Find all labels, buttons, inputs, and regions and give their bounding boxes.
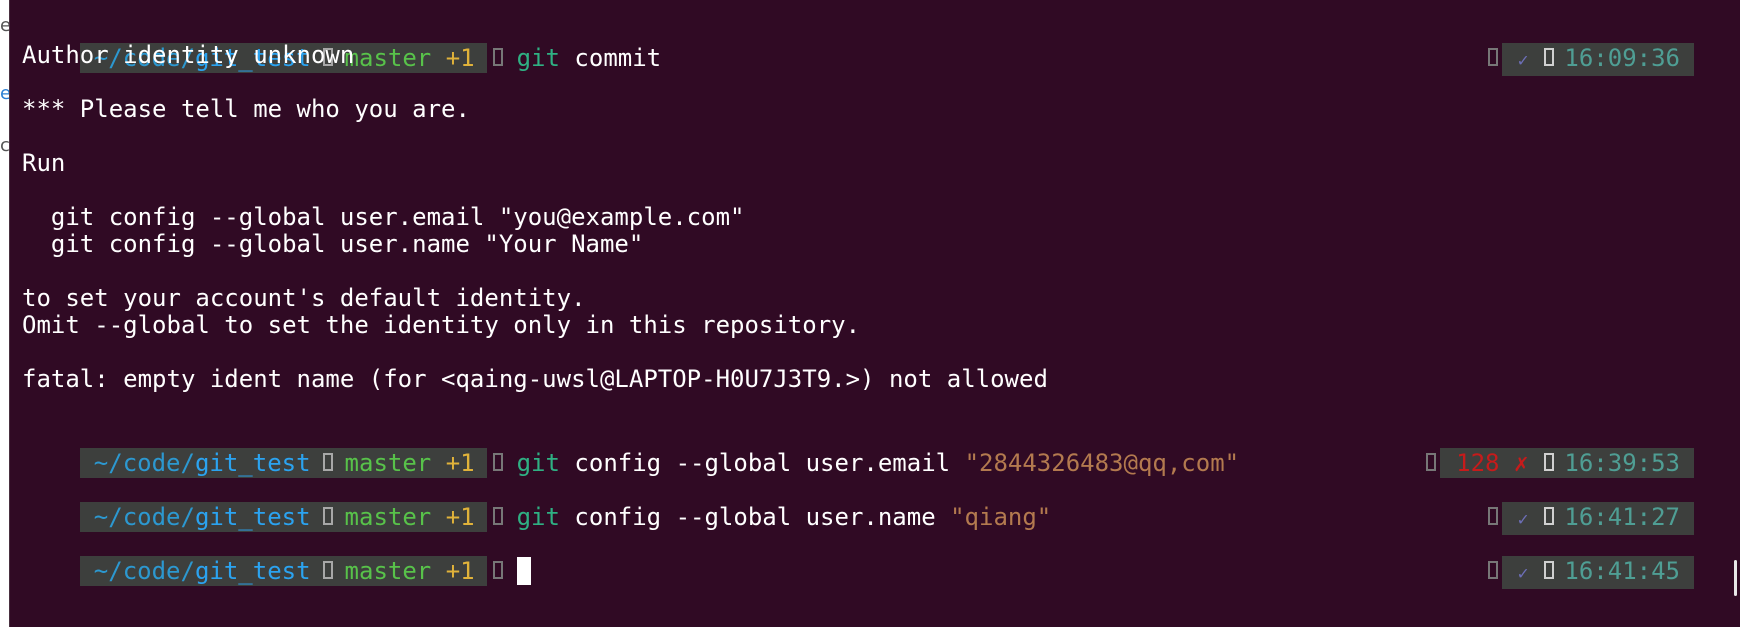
branch-icon (322, 561, 333, 579)
text-cursor[interactable] (516, 557, 531, 585)
status-box: ✓ 16:41:45 (1501, 556, 1694, 589)
powerline-separator-icon (492, 453, 503, 471)
powerline-separator-icon (1487, 507, 1498, 525)
prompt-path-dir: git_test (194, 557, 311, 585)
output-line: git config --global user.email "you@exam… (22, 203, 745, 231)
clock-icon (1544, 561, 1555, 579)
powerline-separator-icon (492, 507, 503, 525)
output-line: *** Please tell me who you are. (22, 95, 470, 123)
powerline-separator-icon (1487, 48, 1498, 66)
clock-icon (1544, 453, 1555, 471)
powerline-separator-icon (1426, 453, 1437, 471)
branch-icon (322, 507, 333, 525)
prompt-right-status: 128 ✗ 16:39:53 (1368, 418, 1694, 478)
command-string: "qiang" (950, 503, 1052, 531)
prompt-time: 16:09:36 (1564, 44, 1680, 72)
clock-icon (1544, 507, 1555, 525)
terminal-window[interactable]: ~/code/git_test master +1 git commit ✓ 16:0… (9, 0, 1740, 627)
status-box: ✓ 16:09:36 (1501, 43, 1694, 76)
prompt-segment: ~/code/git_test master +1 (79, 556, 487, 586)
output-line: Author identity unknown (22, 41, 355, 69)
output-line: Omit --global to set the identity only i… (22, 311, 861, 339)
prompt-branch: master (344, 44, 432, 72)
prompt-dirty-count: +1 (445, 44, 475, 72)
prompt-line: ~/code/git_test master +1 git commit (22, 13, 661, 73)
prompt-right-status: ✓ 16:41:45 (1430, 526, 1694, 589)
clock-icon (1544, 48, 1555, 66)
command-git: git (516, 44, 560, 72)
success-check-icon: ✓ (1517, 50, 1529, 71)
prompt-line: ~/code/git_test master +1 git config --glo… (22, 472, 1051, 532)
prompt-right-status: ✓ 16:41:27 (1430, 472, 1694, 535)
success-check-icon: ✓ (1517, 563, 1529, 584)
branch-icon (322, 453, 333, 471)
prompt-time: 16:41:45 (1564, 557, 1680, 585)
command-args: config --global user.name (574, 503, 951, 531)
powerline-separator-icon (492, 48, 503, 66)
desktop-background: e e c (0, 0, 11, 627)
scrollbar-thumb[interactable] (1734, 560, 1737, 596)
output-line: to set your account's default identity. (22, 284, 586, 312)
prompt-right-status: ✓ 16:09:36 (1430, 13, 1694, 76)
prompt-branch: master (344, 557, 432, 585)
error-line: fatal: empty ident name (for <qaing-uwsl… (22, 365, 1048, 393)
output-line: Run (22, 149, 66, 177)
prompt-dirty-count: +1 (445, 557, 475, 585)
output-line: git config --global user.name "Your Name… (22, 230, 644, 258)
prompt-line: ~/code/git_test master +1 git config --glo… (22, 418, 1239, 478)
powerline-separator-icon (492, 561, 503, 579)
command-args: commit (574, 44, 662, 72)
prompt-path-prefix: ~/code/ (93, 557, 195, 585)
prompt-line-active[interactable]: ~/code/git_test master +1 (22, 526, 531, 586)
powerline-separator-icon (1487, 561, 1498, 579)
